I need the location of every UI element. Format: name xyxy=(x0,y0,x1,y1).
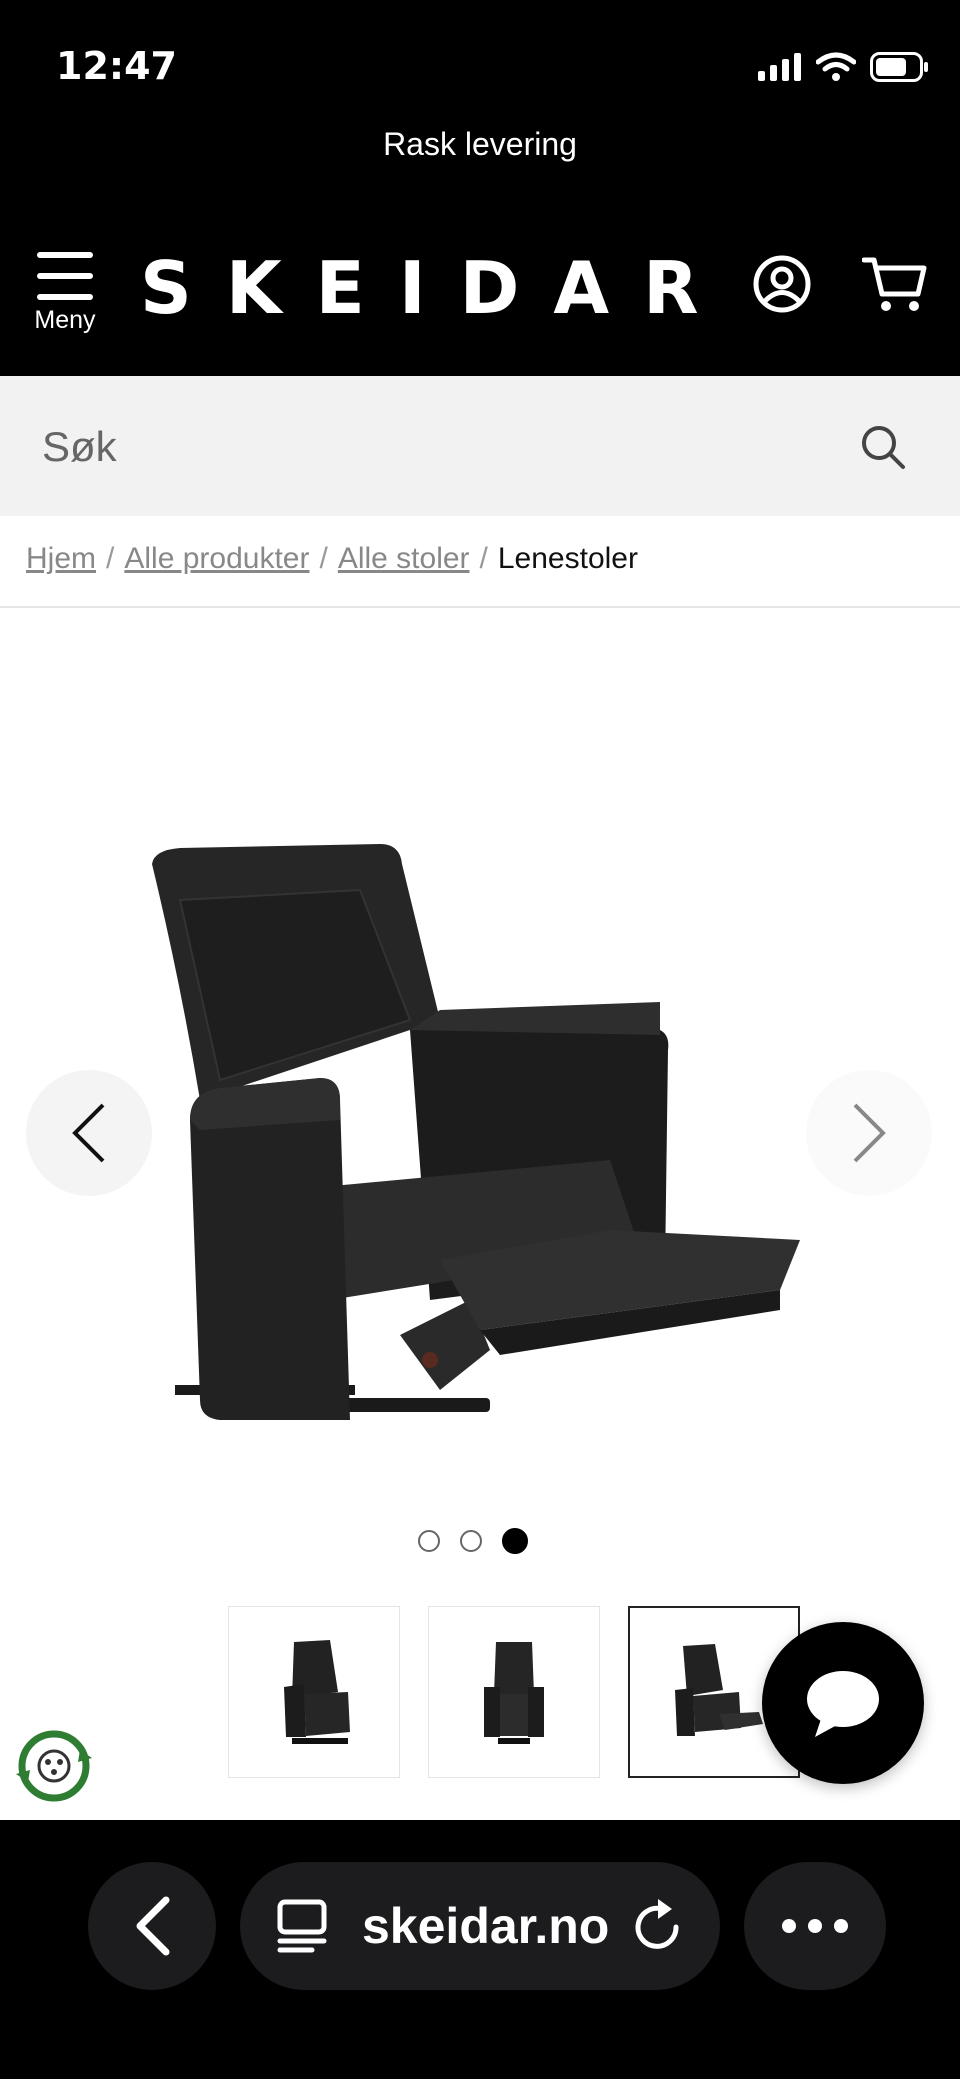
gallery-dot[interactable] xyxy=(418,1530,440,1552)
product-image-recliner xyxy=(152,844,800,1420)
wifi-icon xyxy=(816,52,856,81)
breadcrumb-link-all-chairs[interactable]: Alle stoler xyxy=(338,542,470,575)
breadcrumb-link-all-products[interactable]: Alle produkter xyxy=(124,542,309,575)
signal-icon xyxy=(758,53,801,81)
thumbnail-image xyxy=(675,1644,763,1736)
eco-badge-icon xyxy=(16,1730,92,1802)
site-logo[interactable]: SKEIDAR xyxy=(140,246,733,330)
browser-back-button[interactable] xyxy=(88,1862,216,1990)
menu-label: Meny xyxy=(34,306,96,334)
thumbnail-2[interactable] xyxy=(428,1606,600,1778)
battery-icon xyxy=(870,52,928,82)
thumbnail-image xyxy=(284,1640,350,1744)
promo-banner-text: Rask levering xyxy=(383,126,577,162)
gallery-dot-active[interactable] xyxy=(502,1528,528,1554)
back-icon xyxy=(136,1896,170,1956)
account-button[interactable] xyxy=(752,254,812,318)
breadcrumb-separator: / xyxy=(319,542,328,575)
eco-badge[interactable] xyxy=(16,1728,92,1804)
account-icon xyxy=(753,255,811,313)
gallery-dot[interactable] xyxy=(460,1530,482,1552)
tabs-icon xyxy=(277,1899,327,1953)
address-bar[interactable]: skeidar.no xyxy=(240,1862,720,1990)
search-bar xyxy=(0,376,960,516)
gallery-prev-button[interactable] xyxy=(26,1070,152,1196)
chat-bubble-icon xyxy=(807,1671,879,1737)
breadcrumb-separator: / xyxy=(106,542,115,575)
breadcrumb-current: Lenestoler xyxy=(497,542,638,575)
hamburger-icon xyxy=(37,252,93,300)
thumbnail-1[interactable] xyxy=(228,1606,400,1778)
status-time: 12:47 xyxy=(56,44,177,88)
gallery-next-button[interactable] xyxy=(806,1070,932,1196)
breadcrumb-separator: / xyxy=(479,542,488,575)
chevron-left-icon xyxy=(72,1103,105,1163)
divider xyxy=(0,606,960,608)
more-icon xyxy=(782,1919,796,1933)
gallery-pagination xyxy=(418,1528,528,1554)
thumbnail-image xyxy=(484,1642,544,1744)
url-text: skeidar.no xyxy=(362,1898,610,1954)
more-options-button[interactable] xyxy=(744,1862,886,1990)
menu-button[interactable]: Meny xyxy=(26,252,104,335)
reload-icon[interactable] xyxy=(632,1899,684,1953)
search-icon xyxy=(862,426,905,469)
breadcrumb: Hjem / Alle produkter / Alle stoler / Lenestol… xyxy=(26,542,638,576)
status-icons xyxy=(758,52,930,82)
search-button[interactable] xyxy=(860,424,906,474)
cart-button[interactable] xyxy=(861,254,928,318)
breadcrumb-link-home[interactable]: Hjem xyxy=(26,542,96,575)
chevron-right-icon xyxy=(853,1103,886,1163)
cart-icon xyxy=(861,257,927,311)
search-input[interactable] xyxy=(40,406,824,488)
chat-button[interactable] xyxy=(762,1622,924,1784)
